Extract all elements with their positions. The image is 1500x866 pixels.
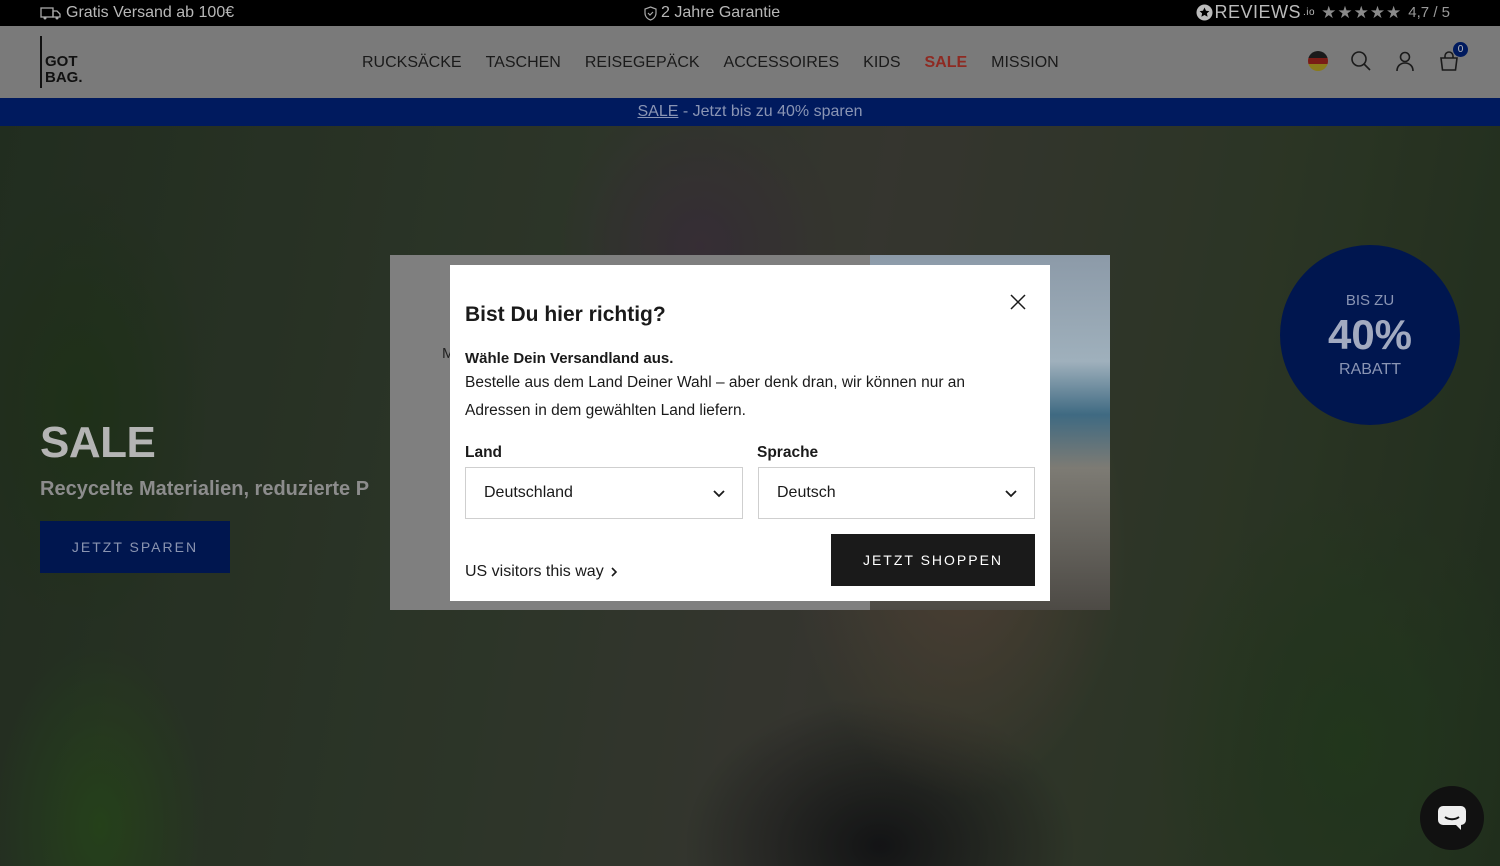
chat-bubble-icon <box>1438 806 1466 830</box>
modal-description: Bestelle aus dem Land Deiner Wahl – aber… <box>465 374 966 419</box>
logo-line-2: BAG. <box>45 69 83 86</box>
nav-item-sale[interactable]: SALE <box>924 54 967 72</box>
modal-subtitle: Wähle Dein Versandland aus. <box>465 350 674 367</box>
hero-subtitle: Recycelte Materialien, reduzierte P <box>40 478 370 500</box>
modal-title: Bist Du hier richtig? <box>465 303 666 326</box>
rating-value: 4,7 / 5 <box>1408 4 1450 21</box>
language-label: Sprache <box>757 444 819 461</box>
nav-item-taschen[interactable]: TASCHEN <box>486 54 561 72</box>
chevron-down-icon <box>713 490 725 498</box>
reviews-logo: REVIEWS .io <box>1196 2 1316 23</box>
reviews-star-icon <box>1196 4 1213 21</box>
chevron-right-icon <box>611 567 617 577</box>
country-label: Land <box>465 444 503 461</box>
user-icon[interactable] <box>1394 50 1416 72</box>
hero-cta-button[interactable]: JETZT SPAREN <box>40 521 230 573</box>
guarantee-text: 2 Jahre Garantie <box>661 4 781 21</box>
country-select-value: Deutschland <box>484 484 573 501</box>
close-icon[interactable] <box>1008 292 1028 312</box>
shipping-text: Gratis Versand ab 100€ <box>66 4 235 21</box>
promo-sale-link[interactable]: SALE <box>637 103 678 120</box>
nav-item-reisegepaeck[interactable]: REISEGEPÄCK <box>585 54 700 72</box>
site-header: GOT BAG. RUCKSÄCKE TASCHEN REISEGEPÄCK A… <box>0 26 1500 98</box>
rating-stars: ★★★★★ <box>1321 2 1403 22</box>
badge-line-2: 40% <box>1327 310 1413 358</box>
chat-widget-button[interactable] <box>1420 786 1484 850</box>
nav-item-rucksaecke[interactable]: RUCKSÄCKE <box>362 54 462 72</box>
main-nav: RUCKSÄCKE TASCHEN REISEGEPÄCK ACCESSOIRE… <box>362 54 1059 72</box>
chevron-down-icon <box>1005 490 1017 498</box>
cart-count-badge: 0 <box>1453 42 1468 57</box>
shield-icon <box>644 5 657 21</box>
hero-title: SALE <box>40 418 156 467</box>
promo-text: - Jetzt bis zu 40% sparen <box>678 103 863 120</box>
header-icons: 0 <box>1308 42 1468 72</box>
flag-germany-icon[interactable] <box>1308 51 1328 71</box>
truck-icon <box>40 7 61 20</box>
us-visitors-link[interactable]: US visitors this way <box>465 563 618 581</box>
nav-item-mission[interactable]: MISSION <box>991 54 1059 72</box>
nav-item-kids[interactable]: KIDS <box>863 54 900 72</box>
search-icon[interactable] <box>1350 50 1372 72</box>
us-visitors-text: US visitors this way <box>465 563 604 580</box>
country-selector-modal: Bist Du hier richtig? Wähle Dein Versand… <box>450 265 1050 601</box>
language-select[interactable]: Deutsch <box>758 467 1035 519</box>
language-select-value: Deutsch <box>777 484 836 501</box>
shipping-info: Gratis Versand ab 100€ <box>40 4 234 22</box>
shop-now-button[interactable]: JETZT SHOPPEN <box>831 534 1035 586</box>
promo-banner: SALE - Jetzt bis zu 40% sparen <box>0 98 1500 126</box>
nav-item-accessoires[interactable]: ACCESSOIRES <box>724 54 840 72</box>
badge-line-1: BIS ZU <box>1345 291 1395 309</box>
reviews-brand: REVIEWS <box>1214 2 1302 22</box>
country-select[interactable]: Deutschland <box>465 467 743 519</box>
cart-button[interactable]: 0 <box>1438 42 1468 72</box>
gotbag-logo[interactable]: GOT BAG. <box>40 36 83 88</box>
guarantee-info: 2 Jahre Garantie <box>644 4 780 22</box>
reviews-widget[interactable]: REVIEWS .io ★★★★★ 4,7 / 5 <box>1196 2 1450 23</box>
badge-line-3: RABATT <box>1339 360 1401 378</box>
reviews-suffix: .io <box>1303 7 1316 18</box>
discount-badge: BIS ZU 40% RABATT <box>1280 245 1460 425</box>
logo-line-1: GOT <box>45 53 78 70</box>
top-utility-bar: Gratis Versand ab 100€ 2 Jahre Garantie … <box>0 0 1500 26</box>
